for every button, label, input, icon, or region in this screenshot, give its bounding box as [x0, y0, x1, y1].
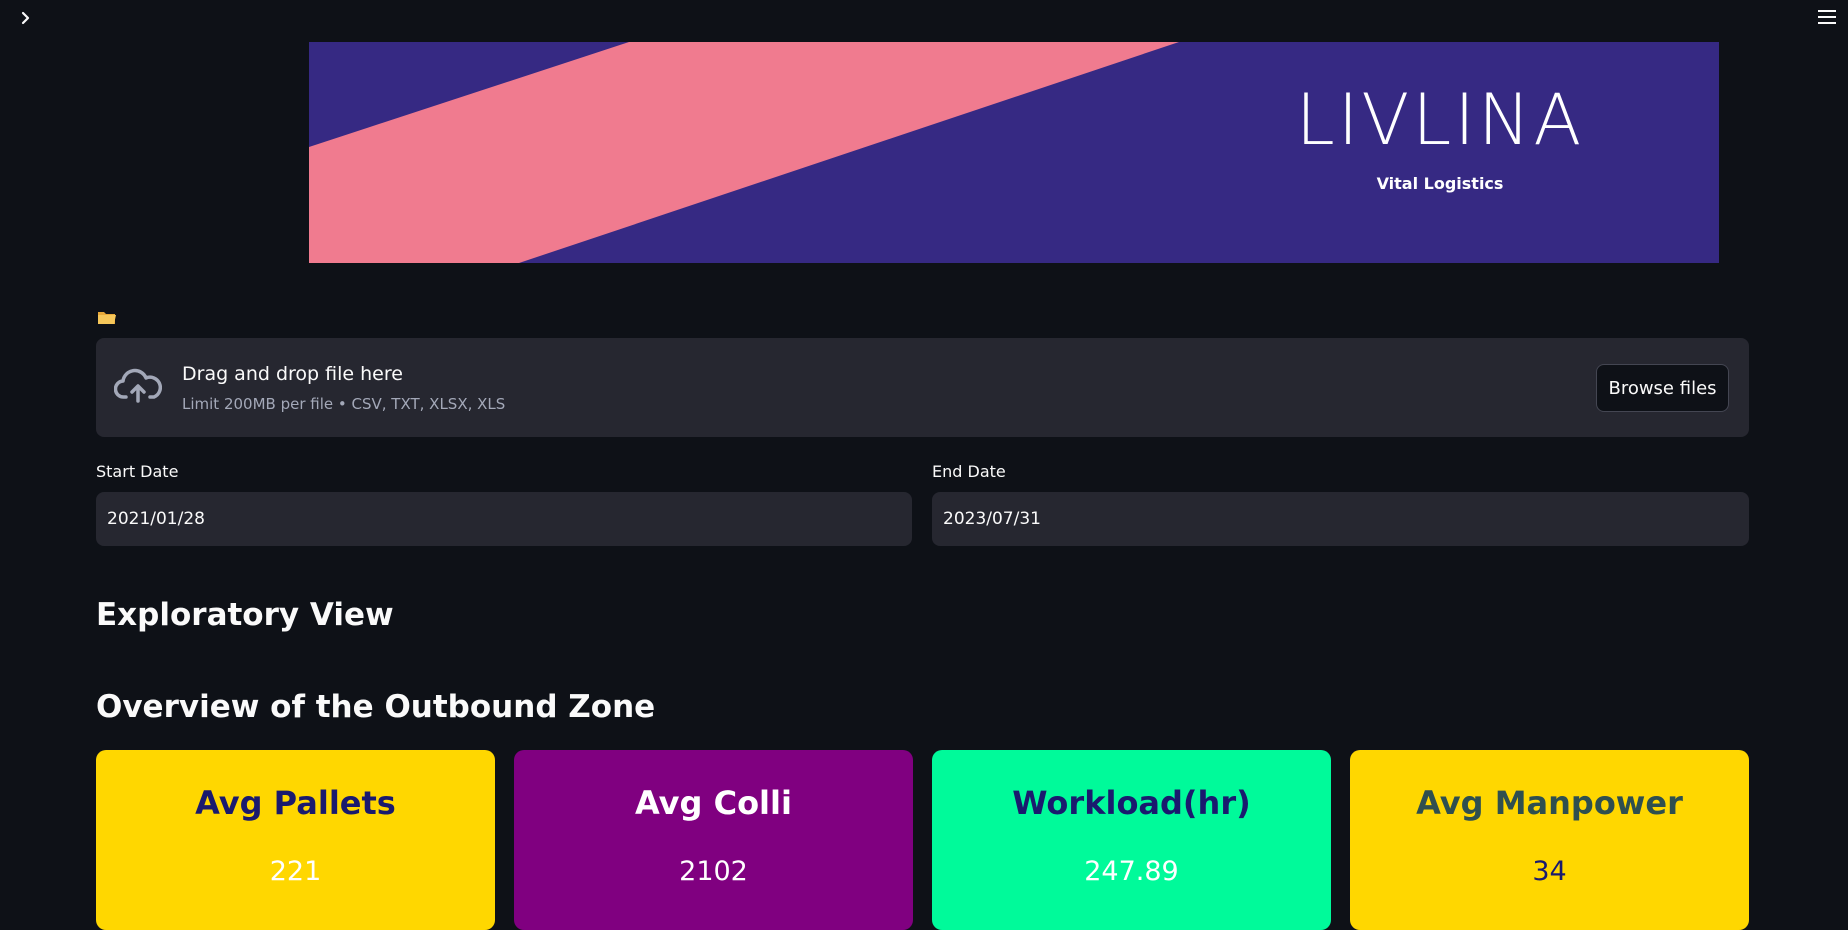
logo-text: LIVLINA — [1295, 79, 1585, 161]
kpi-card-avg-pallets: Avg Pallets 221 — [96, 750, 495, 930]
kpi-title: Workload(hr) — [1012, 784, 1251, 822]
main-menu-button[interactable] — [1816, 6, 1838, 28]
kpi-value: 247.89 — [1084, 856, 1179, 887]
kpi-value: 2102 — [679, 856, 748, 887]
banner-image: LIVLINA Vital Logistics — [309, 42, 1719, 263]
kpi-value: 34 — [1532, 856, 1567, 887]
end-date-label: End Date — [932, 462, 1006, 481]
folder-icon — [98, 312, 116, 324]
kpi-title: Avg Colli — [635, 784, 792, 822]
end-date-input[interactable]: 2023/07/31 — [932, 492, 1749, 546]
exploratory-view-heading: Exploratory View — [96, 597, 394, 633]
kpi-value: 221 — [269, 856, 322, 887]
kpi-title: Avg Manpower — [1416, 784, 1683, 822]
kpi-card-workload: Workload(hr) 247.89 — [932, 750, 1331, 930]
chevron-right-icon — [21, 11, 30, 25]
file-uploader-dropzone[interactable]: Drag and drop file here Limit 200MB per … — [96, 338, 1749, 437]
start-date-value: 2021/01/28 — [107, 509, 205, 529]
hamburger-menu-icon — [1818, 10, 1836, 24]
upload-limits: Limit 200MB per file • CSV, TXT, XLSX, X… — [182, 395, 506, 413]
upload-title: Drag and drop file here — [182, 363, 403, 385]
logo-tagline: Vital Logistics — [1376, 174, 1504, 193]
cloud-upload-icon — [114, 368, 162, 403]
outbound-overview-heading: Overview of the Outbound Zone — [96, 689, 656, 725]
kpi-card-avg-colli: Avg Colli 2102 — [514, 750, 913, 930]
start-date-label: Start Date — [96, 462, 179, 481]
start-date-input[interactable]: 2021/01/28 — [96, 492, 912, 546]
sidebar-toggle-button[interactable] — [16, 8, 36, 28]
kpi-card-avg-manpower: Avg Manpower 34 — [1350, 750, 1749, 930]
end-date-value: 2023/07/31 — [943, 509, 1041, 529]
browse-files-button[interactable]: Browse files — [1596, 364, 1729, 412]
kpi-title: Avg Pallets — [195, 784, 396, 822]
